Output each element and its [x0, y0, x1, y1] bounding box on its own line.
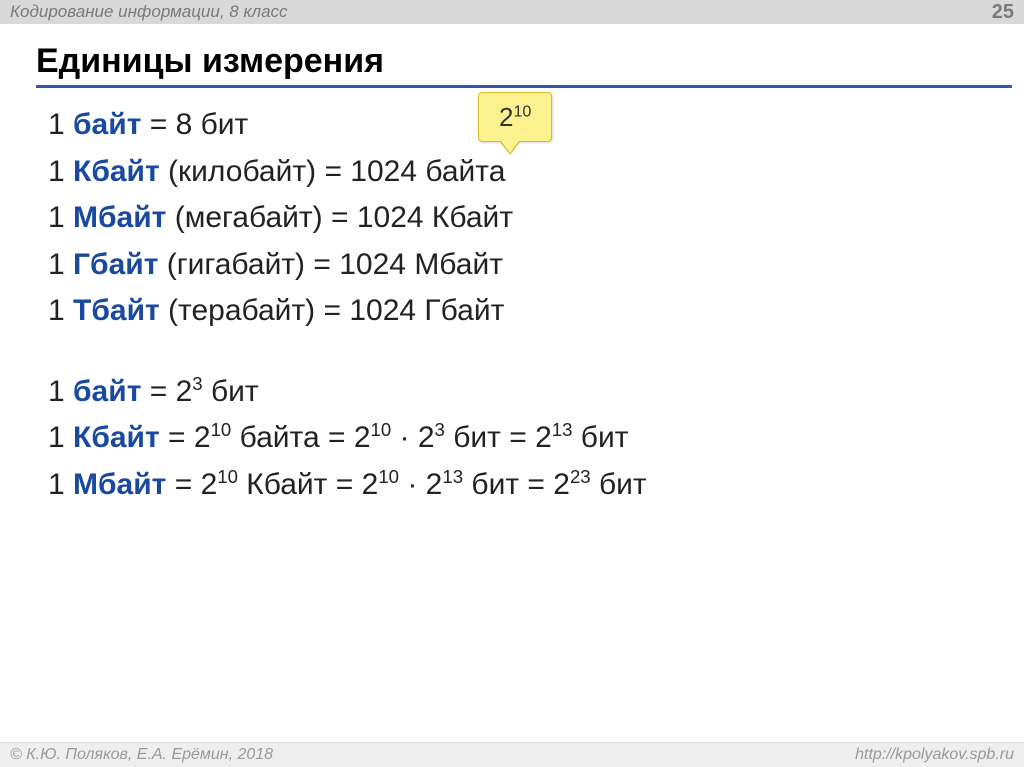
text: 1 [48, 375, 73, 408]
line: 1 байт = 23 бит [48, 369, 984, 416]
exp: 23 [570, 466, 591, 487]
text: 1 [48, 294, 73, 327]
line: 1 Гбайт (гигабайт) = 1024 Мбайт [48, 242, 984, 289]
exp: 10 [211, 419, 232, 440]
text: бит = 2 [463, 468, 570, 501]
block-powers: 1 байт = 23 бит 1 Кбайт = 210 байта = 21… [48, 369, 984, 509]
text: 1 [48, 468, 73, 501]
exp: 10 [378, 466, 399, 487]
unit: Тбайт [73, 294, 160, 327]
title-underline [36, 85, 1012, 88]
unit: Мбайт [73, 201, 166, 234]
text: 1 [48, 108, 73, 141]
line: 1 Кбайт (килобайт) = 1024 байта [48, 149, 984, 196]
text: = 2 [141, 375, 192, 408]
text: (мегабайт) = 1024 Кбайт [166, 201, 513, 234]
footer-bar: © К.Ю. Поляков, Е.А. Ерёмин, 2018 http:/… [0, 742, 1024, 767]
text: · 2 [399, 468, 442, 501]
unit: Мбайт [73, 468, 166, 501]
slide: Кодирование информации, 8 класс 25 Едини… [0, 0, 1024, 767]
callout-exp: 10 [513, 102, 531, 120]
exp: 3 [192, 373, 202, 394]
unit: Гбайт [73, 248, 158, 281]
exp: 3 [435, 419, 445, 440]
text: (килобайт) = 1024 байта [160, 155, 506, 188]
text: 1 [48, 421, 73, 454]
unit: байт [73, 375, 141, 408]
line: 1 Тбайт (терабайт) = 1024 Гбайт [48, 288, 984, 335]
unit: Кбайт [73, 155, 160, 188]
page-number: 25 [992, 1, 1014, 24]
header-subject: Кодирование информации, 8 класс [10, 2, 288, 22]
text: Кбайт = 2 [238, 468, 378, 501]
slide-title: Единицы измерения [36, 42, 1012, 81]
line: 1 Кбайт = 210 байта = 210 · 23 бит = 213… [48, 415, 984, 462]
text: бит [591, 468, 647, 501]
header-bar: Кодирование информации, 8 класс 25 [0, 0, 1024, 24]
content: 210 1 байт = 8 бит 1 Кбайт (килобайт) = … [48, 102, 984, 508]
exp: 10 [371, 419, 392, 440]
text: (терабайт) = 1024 Гбайт [160, 294, 505, 327]
text: бит [572, 421, 628, 454]
text: бит [203, 375, 259, 408]
text: 1 [48, 201, 73, 234]
callout-base: 2 [499, 102, 513, 132]
text: (гигабайт) = 1024 Мбайт [158, 248, 503, 281]
footer-copyright: © К.Ю. Поляков, Е.А. Ерёмин, 2018 [10, 746, 273, 764]
text: 1 [48, 155, 73, 188]
text: байта = 2 [231, 421, 370, 454]
text: = 2 [160, 421, 211, 454]
line: 1 Мбайт = 210 Кбайт = 210 · 213 бит = 22… [48, 462, 984, 509]
text: = 2 [166, 468, 217, 501]
unit: байт [73, 108, 141, 141]
callout-power: 210 [478, 92, 552, 142]
exp: 13 [552, 419, 573, 440]
exp: 10 [217, 466, 238, 487]
text: = 8 бит [141, 108, 248, 141]
unit: Кбайт [73, 421, 160, 454]
text: 1 [48, 248, 73, 281]
footer-url: http://kpolyakov.spb.ru [855, 746, 1014, 764]
text: · 2 [391, 421, 434, 454]
line: 1 Мбайт (мегабайт) = 1024 Кбайт [48, 195, 984, 242]
text: бит = 2 [445, 421, 552, 454]
exp: 13 [442, 466, 463, 487]
